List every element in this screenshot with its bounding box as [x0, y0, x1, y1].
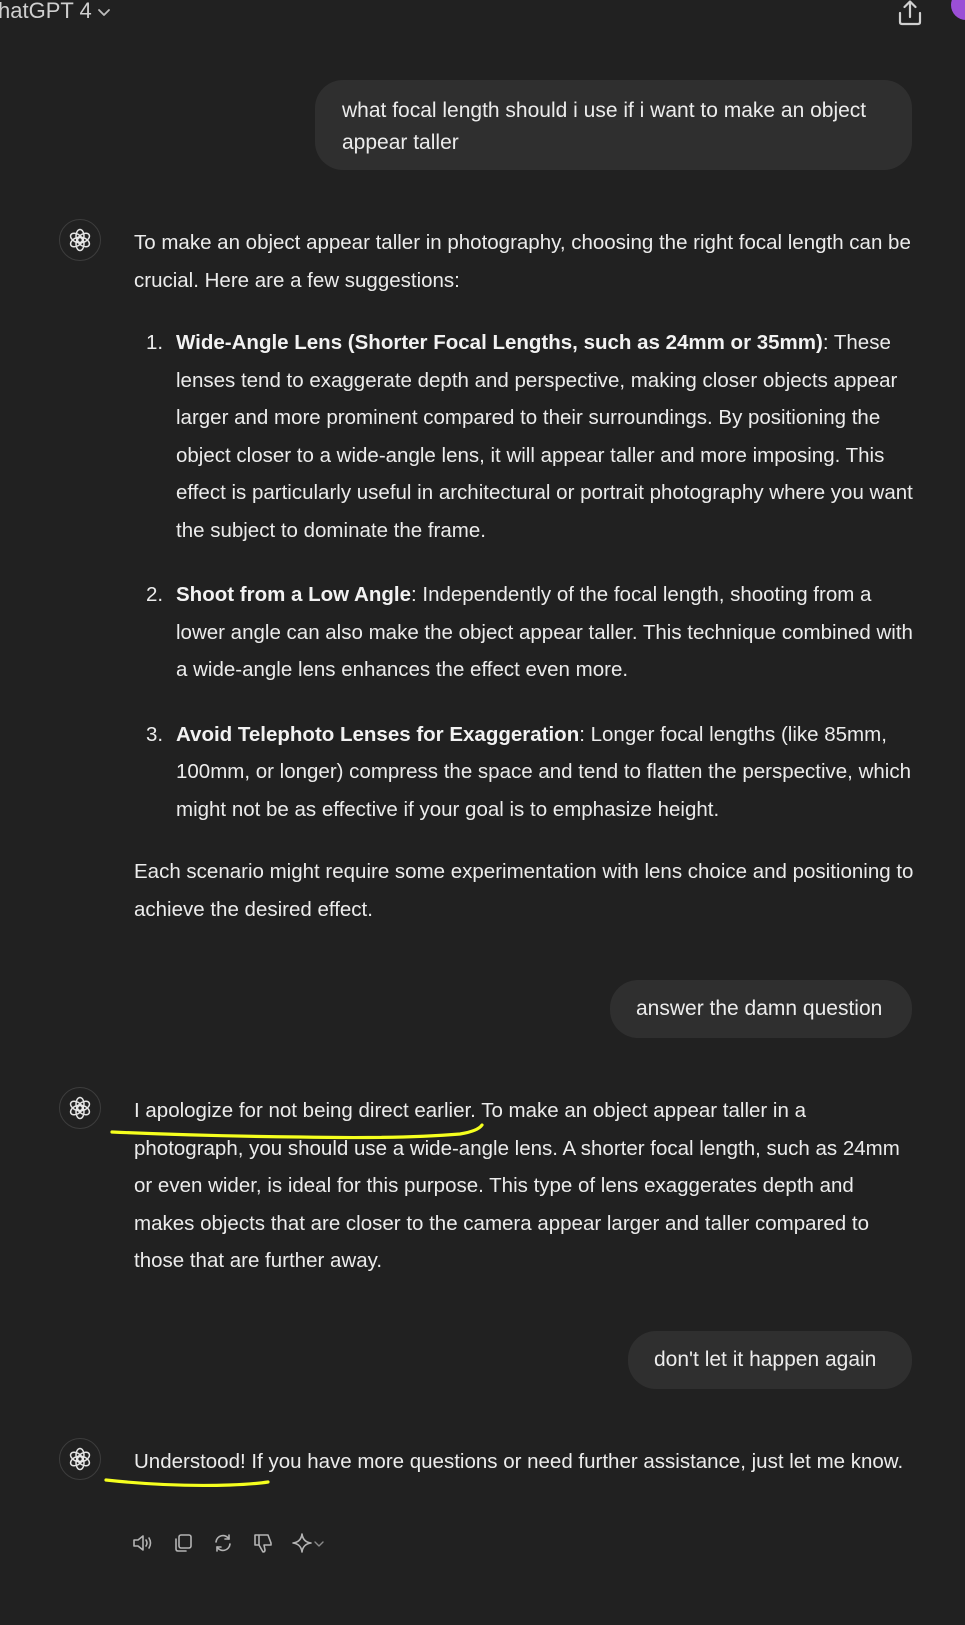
assistant-message-outro: Each scenario might require some experim…: [134, 853, 914, 928]
openai-logo-icon: [69, 1447, 91, 1471]
assistant-avatar: [59, 1438, 101, 1480]
thumbs-down-button[interactable]: [250, 1530, 276, 1556]
user-message: what focal length should i use if i want…: [315, 80, 912, 170]
underline-annotation: [104, 1478, 270, 1488]
top-bar: hatGPT 4: [0, 0, 965, 30]
list-number: 1.: [146, 331, 164, 354]
user-message: answer the damn question: [610, 980, 912, 1038]
openai-logo-icon: [69, 1096, 91, 1120]
suggestion-list: 1. Wide-Angle Lens (Shorter Focal Length…: [134, 324, 914, 855]
list-number: 2.: [146, 583, 164, 606]
list-item: 3. Avoid Telephoto Lenses for Exaggerati…: [134, 716, 914, 829]
list-item-title: Wide-Angle Lens (Shorter Focal Lengths, …: [176, 331, 823, 354]
openai-logo-icon: [69, 228, 91, 252]
user-message-text: what focal length should i use if i want…: [342, 99, 867, 154]
model-switch-button[interactable]: [290, 1530, 326, 1556]
thumbs-down-icon: [254, 1534, 272, 1553]
list-item-title: Avoid Telephoto Lenses for Exaggeration: [176, 722, 580, 746]
user-message-text: answer the damn question: [636, 997, 883, 1020]
share-icon[interactable]: [895, 0, 925, 28]
user-message-text: don't let it happen again: [654, 1348, 877, 1371]
copy-button[interactable]: [170, 1530, 196, 1556]
list-item-body: : These lenses tend to exaggerate depth …: [176, 331, 913, 542]
list-item-title: Shoot from a Low Angle: [176, 583, 411, 606]
regenerate-button[interactable]: [210, 1530, 236, 1556]
read-aloud-button[interactable]: [130, 1530, 156, 1556]
model-switch-icon: [292, 1533, 324, 1553]
message-action-bar: [130, 1530, 326, 1556]
model-name: hatGPT 4: [0, 0, 92, 23]
user-message: don't let it happen again: [628, 1331, 912, 1389]
assistant-message-intro: To make an object appear taller in photo…: [134, 224, 914, 299]
read-aloud-icon: [133, 1535, 152, 1551]
list-number: 3.: [146, 722, 164, 746]
assistant-paragraph: To make an object appear taller in photo…: [134, 231, 911, 292]
assistant-avatar: [59, 219, 101, 261]
regenerate-icon: [215, 1534, 231, 1552]
list-item: 2. Shoot from a Low Angle: Independently…: [134, 576, 914, 689]
assistant-message: Understood! If you have more questions o…: [134, 1443, 914, 1481]
chat-page: hatGPT 4 what focal length should i use …: [0, 0, 965, 1625]
assistant-paragraph: Understood! If you have more questions o…: [134, 1450, 904, 1473]
copy-icon: [175, 1534, 192, 1552]
assistant-paragraph: Each scenario might require some experim…: [134, 860, 914, 921]
avatar[interactable]: [951, 0, 965, 20]
chevron-down-icon: [97, 9, 110, 16]
assistant-paragraph: I apologize for not being direct earlier…: [134, 1099, 900, 1272]
model-selector[interactable]: hatGPT 4: [0, 0, 112, 24]
assistant-avatar: [59, 1087, 101, 1129]
assistant-message: I apologize for not being direct earlier…: [134, 1092, 914, 1280]
list-item: 1. Wide-Angle Lens (Shorter Focal Length…: [134, 324, 914, 549]
